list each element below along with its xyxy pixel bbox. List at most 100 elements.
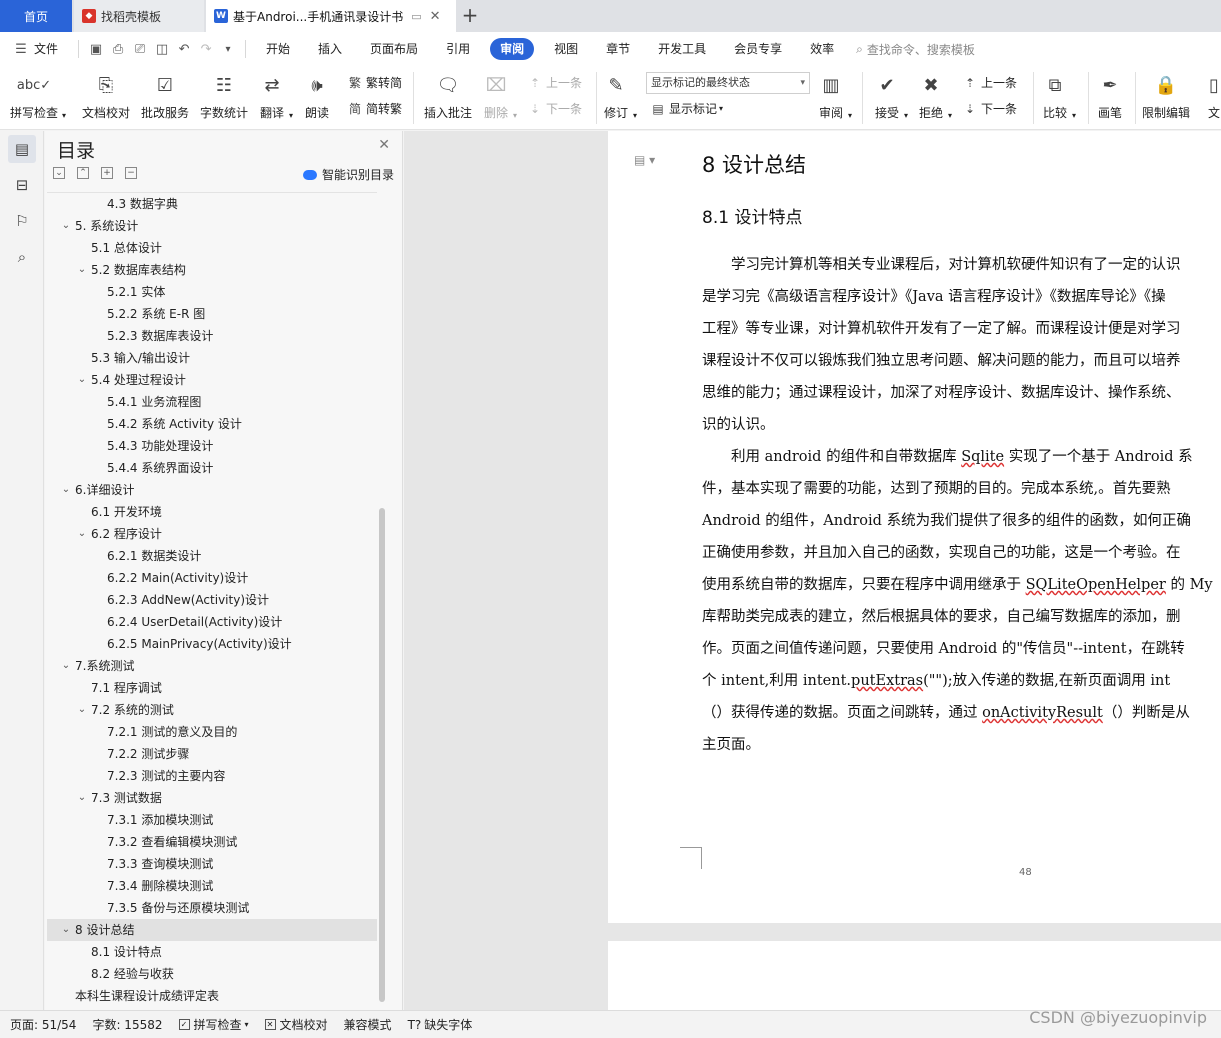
toc-item[interactable]: 4.3 数据字典 [47, 193, 377, 215]
toc-item[interactable]: 7.3.3 查询模块测试 [47, 853, 377, 875]
pen-button[interactable]: ✒ 画笔 [1097, 70, 1123, 121]
toc-item[interactable]: 8.1 设计特点 [47, 941, 377, 963]
menu-tab[interactable]: 插入 [304, 38, 356, 60]
reject-button[interactable]: ✖ 拒绝 ▾ [918, 70, 952, 121]
toc-item[interactable]: 6.2.2 Main(Activity)设计 [47, 567, 377, 589]
undo-icon[interactable]: ↶ [173, 38, 195, 60]
compat-mode[interactable]: 兼容模式 [336, 1016, 400, 1033]
insert-comment-button[interactable]: 🗨 插入批注 [424, 70, 472, 121]
chevron-down-icon[interactable]: ▾ [217, 38, 239, 60]
next-page[interactable] [608, 941, 1221, 1010]
to-traditional-button[interactable]: 繁繁转简 [347, 74, 402, 91]
chevron-down-icon[interactable]: ⌄ [77, 787, 87, 809]
collapse-all-icon[interactable]: ⌄ [53, 167, 65, 179]
tab-home[interactable]: 首页 [0, 0, 72, 32]
export-pdf-icon[interactable]: ⎙ [107, 38, 129, 60]
word-count[interactable]: 字数: 15582 [84, 1016, 170, 1033]
toc-item[interactable]: 7.2.2 测试步骤 [47, 743, 377, 765]
toc-item[interactable]: 7.1 程序调试 [47, 677, 377, 699]
close-icon[interactable]: ✕ [378, 137, 390, 153]
spell-check-button[interactable]: abc✓ 拼写检查 ▾ [10, 70, 66, 121]
add-tab-icon[interactable]: + [458, 4, 482, 28]
toc-item[interactable]: ⌄ 5. 系统设计 [47, 215, 377, 237]
compare-button[interactable]: ⧉ 比较 ▾ [1042, 70, 1076, 121]
toc-item[interactable]: 5.2.1 实体 [47, 281, 377, 303]
tab-template[interactable]: ◆ 找稻壳模板 [74, 0, 204, 32]
add-item-icon[interactable]: + [101, 167, 113, 179]
chevron-down-icon[interactable]: ⌄ [77, 523, 87, 545]
toc-item[interactable]: ⌄ 6.2 程序设计 [47, 523, 377, 545]
status-spell-check[interactable]: ✓ 拼写检查 ▾ [171, 1016, 257, 1033]
menu-tab[interactable]: 效率 [796, 38, 848, 60]
page-indicator[interactable]: 页面: 51/54 [0, 1016, 84, 1033]
toc-panel-icon[interactable]: ▤ [8, 135, 36, 163]
toc-item[interactable]: 7.3.4 删除模块测试 [47, 875, 377, 897]
word-count-button[interactable]: ☷ 字数统计 [200, 70, 248, 121]
hamburger-menu-icon[interactable]: ☰ [10, 38, 32, 60]
doc-proof-button[interactable]: ⎘ 文档校对 [82, 70, 130, 121]
review-pane-button[interactable]: ▥ 审阅 ▾ [818, 70, 852, 121]
toc-item[interactable]: 5.2.3 数据库表设计 [47, 325, 377, 347]
expand-up-icon[interactable]: ⌃ [77, 167, 89, 179]
toc-item[interactable]: 5.2.2 系统 E-R 图 [47, 303, 377, 325]
toc-item[interactable]: 6.2.4 UserDetail(Activity)设计 [47, 611, 377, 633]
toc-item[interactable]: ⌄ 7.2 系统的测试 [47, 699, 377, 721]
toc-scrollbar[interactable] [379, 508, 385, 1002]
command-search[interactable]: ⌕ 查找命令、搜索模板 [856, 41, 975, 58]
toc-item[interactable]: 本科生课程设计成绩评定表 [47, 985, 377, 1007]
toc-item[interactable]: 5.4.4 系统界面设计 [47, 457, 377, 479]
status-missing-font[interactable]: T? 缺失字体 [400, 1016, 481, 1033]
menu-tab[interactable]: 开发工具 [644, 38, 720, 60]
toc-item[interactable]: ⌄ 5.2 数据库表结构 [47, 259, 377, 281]
chevron-down-icon[interactable]: ⌄ [61, 479, 71, 501]
toc-item[interactable]: 6.2.1 数据类设计 [47, 545, 377, 567]
tab-document[interactable]: W 基于Androi...手机通讯录设计书 ▭ ✕ [206, 0, 456, 32]
remove-item-icon[interactable]: − [125, 167, 137, 179]
print-preview-icon[interactable]: ◫ [151, 38, 173, 60]
chevron-down-icon[interactable]: ⌄ [61, 655, 71, 677]
chevron-down-icon[interactable]: ⌄ [77, 259, 87, 281]
read-aloud-button[interactable]: 🕪 朗读 [304, 70, 330, 121]
toc-item[interactable]: 7.3.1 添加模块测试 [47, 809, 377, 831]
prev-comment-button[interactable]: ⇡ 上一条 [527, 74, 582, 91]
to-simplified-button[interactable]: 简简转繁 [347, 100, 402, 117]
translate-button[interactable]: ⇄ 翻译 ▾ [259, 70, 293, 121]
chevron-down-icon[interactable]: ⌄ [61, 919, 71, 941]
delete-comment-button[interactable]: ⌧ 删除 ▾ [483, 70, 517, 121]
toc-item[interactable]: 5.1 总体设计 [47, 237, 377, 259]
document-page[interactable]: ▤ ▾ 8 设计总结 8.1 设计特点 学习完计算机等相关专业课程后，对计算机软… [608, 131, 1221, 923]
toc-item[interactable]: 6.2.3 AddNew(Activity)设计 [47, 589, 377, 611]
print-icon[interactable]: ⎚ [129, 38, 151, 60]
next-change-button[interactable]: ⇣ 下一条 [962, 100, 1017, 117]
prev-change-button[interactable]: ⇡ 上一条 [962, 74, 1017, 91]
menu-tab[interactable]: 会员专享 [720, 38, 796, 60]
restrict-edit-button[interactable]: 🔒 限制编辑 [1142, 70, 1190, 121]
bookmark-icon[interactable]: ⚐ [8, 207, 36, 235]
menu-tab[interactable]: 视图 [540, 38, 592, 60]
toc-item[interactable]: 7.2.3 测试的主要内容 [47, 765, 377, 787]
toc-item[interactable]: ⌄ 7.系统测试 [47, 655, 377, 677]
markup-state-select[interactable]: 显示标记的最终状态 ▾ [646, 72, 810, 94]
toc-item[interactable]: 7.3.2 查看编辑模块测试 [47, 831, 377, 853]
toc-item[interactable]: ⌄ 5.4 处理过程设计 [47, 369, 377, 391]
toc-item[interactable]: 6.1 开发环境 [47, 501, 377, 523]
menu-tab[interactable]: 审阅 [490, 38, 535, 60]
toc-item[interactable]: 6.2.5 MainPrivacy(Activity)设计 [47, 633, 377, 655]
chevron-down-icon[interactable]: ⌄ [77, 369, 87, 391]
close-icon[interactable]: ✕ [430, 9, 441, 24]
toc-item[interactable]: 8.2 经验与收获 [47, 963, 377, 985]
doc-permission-button[interactable]: ▯ 文 [1201, 70, 1221, 121]
toc-item[interactable]: 7.2.1 测试的意义及目的 [47, 721, 377, 743]
batch-service-button[interactable]: ☑ 批改服务 [141, 70, 189, 121]
toc-item[interactable]: 5.4.3 功能处理设计 [47, 435, 377, 457]
toc-item[interactable]: 5.4.2 系统 Activity 设计 [47, 413, 377, 435]
smart-toc-button[interactable]: 智能识别目录 [302, 166, 394, 183]
save-icon[interactable]: ▣ [85, 38, 107, 60]
toc-item[interactable]: ⌄ 7.3 测试数据 [47, 787, 377, 809]
menu-tab[interactable]: 页面布局 [356, 38, 432, 60]
show-markup-button[interactable]: ▤ 显示标记 ▾ [650, 100, 723, 117]
toc-item[interactable]: ⌄ 6.详细设计 [47, 479, 377, 501]
menu-tab[interactable]: 章节 [592, 38, 644, 60]
screen-icon[interactable]: ▭ [411, 10, 421, 23]
menu-tab[interactable]: 开始 [252, 38, 304, 60]
